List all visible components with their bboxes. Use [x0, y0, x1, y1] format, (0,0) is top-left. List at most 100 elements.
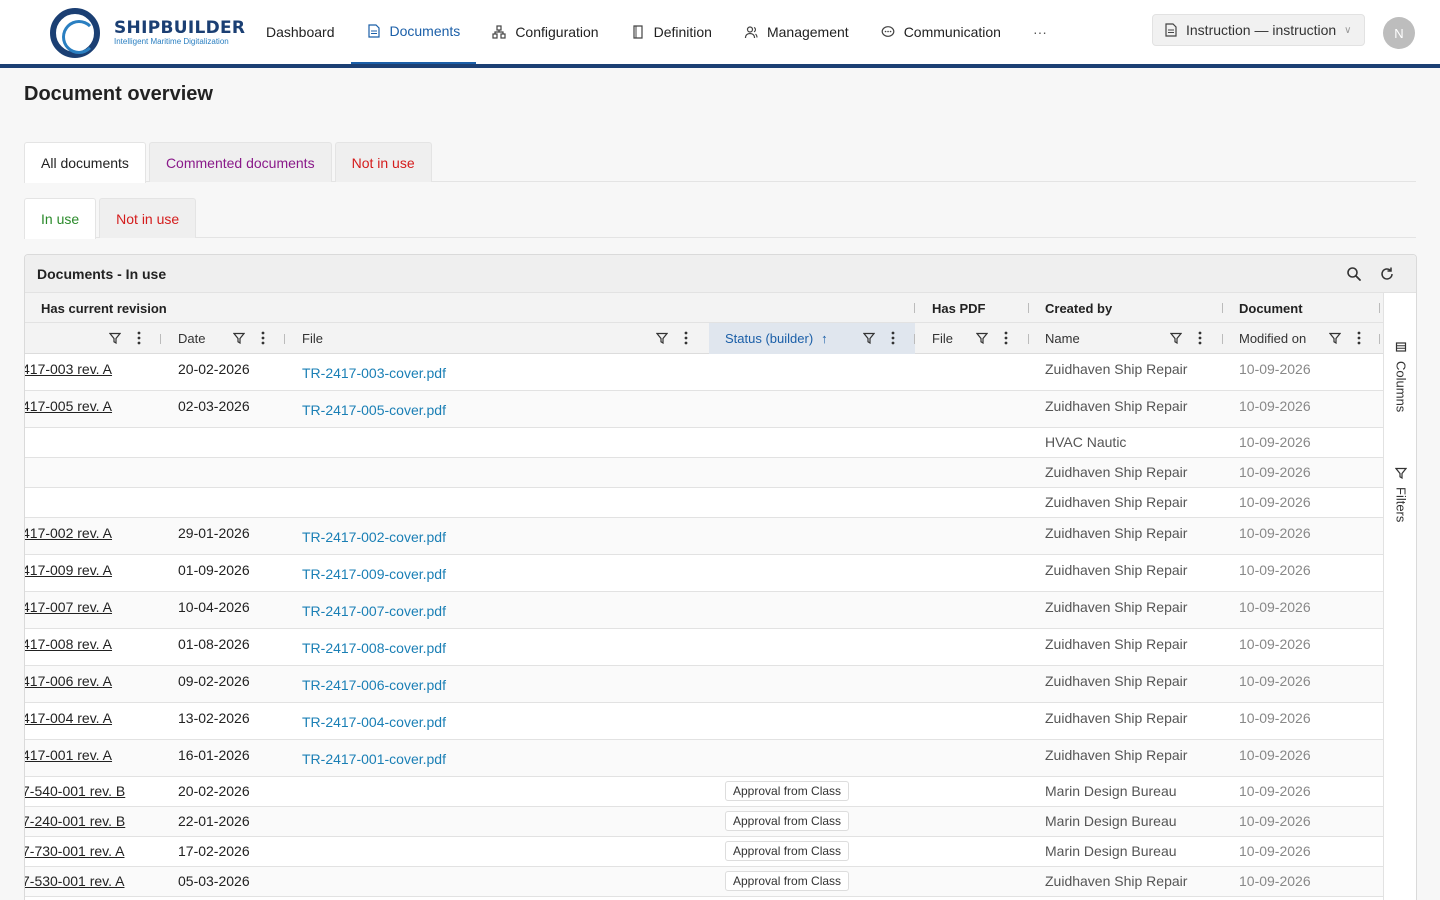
- filter-icon[interactable]: [109, 332, 121, 344]
- refresh-icon[interactable]: [1379, 266, 1395, 282]
- tab-in-use[interactable]: In use: [24, 198, 97, 239]
- table-row[interactable]: 417-001 rev. A 16-01-2026 TR-2417-001-cove…: [25, 740, 1383, 777]
- filter-icon[interactable]: [863, 332, 875, 344]
- tab-commented-documents[interactable]: Commented documents: [148, 142, 332, 182]
- table-row[interactable]: 417-003 rev. A 20-02-2026 TR-2417-003-cove…: [25, 354, 1383, 391]
- document-number-link[interactable]: 417-008 rev. A: [25, 636, 112, 652]
- tab-sub-not-in-use[interactable]: Not in use: [99, 198, 197, 238]
- instruction-select[interactable]: Instruction — instruction ∨: [1152, 14, 1365, 46]
- column-menu-icon[interactable]: [1357, 331, 1361, 345]
- modified-on-cell: 10-09-2026: [1239, 813, 1311, 829]
- filter-icon[interactable]: [976, 332, 988, 344]
- created-by-name-cell: Zuidhaven Ship Repair: [1045, 710, 1188, 726]
- sub-tabs: In use Not in use: [24, 198, 1416, 239]
- table-row[interactable]: 417-004 rev. A 13-02-2026 TR-2417-004-cove…: [25, 703, 1383, 740]
- document-number-link[interactable]: 417-002 rev. A: [25, 525, 112, 541]
- file-link[interactable]: TR-2417-008-cover.pdf: [302, 640, 446, 656]
- table-row[interactable]: 7-730-001 rev. A 17-02-2026 Approval from …: [25, 837, 1383, 867]
- column-separator[interactable]: [1028, 303, 1029, 313]
- document-number-link[interactable]: 417-006 rev. A: [25, 673, 112, 689]
- document-number-link[interactable]: 417-004 rev. A: [25, 710, 112, 726]
- table-row[interactable]: 417-009 rev. A 01-09-2026 TR-2417-009-cove…: [25, 555, 1383, 592]
- table-row[interactable]: 417-008 rev. A 01-08-2026 TR-2417-008-cove…: [25, 629, 1383, 666]
- brand-name: SHIPBUILDER: [114, 18, 246, 38]
- column-header-name[interactable]: Name: [1029, 323, 1222, 354]
- columns-panel-button[interactable]: Columns: [1384, 341, 1416, 412]
- table-row[interactable]: 417-005 rev. A 02-03-2026 TR-2417-005-cove…: [25, 391, 1383, 428]
- date-cell: 17-02-2026: [178, 843, 250, 859]
- nav-more-button[interactable]: ···: [1017, 0, 1063, 64]
- modified-on-cell: 10-09-2026: [1239, 361, 1311, 377]
- table-row[interactable]: Zuidhaven Ship Repair 10-09-2026: [25, 458, 1383, 488]
- filter-icon[interactable]: [1170, 332, 1182, 344]
- column-separator[interactable]: [1379, 303, 1380, 313]
- created-by-name-cell: Zuidhaven Ship Repair: [1045, 873, 1188, 889]
- created-by-name-cell: HVAC Nautic: [1045, 434, 1127, 450]
- column-header-status-builder[interactable]: Status (builder) ↑: [709, 323, 915, 354]
- column-header-pdf-file[interactable]: File: [916, 323, 1028, 354]
- document-number-link[interactable]: 417-007 rev. A: [25, 599, 112, 615]
- document-number-link[interactable]: 417-005 rev. A: [25, 398, 112, 414]
- filters-panel-button[interactable]: Filters: [1384, 467, 1416, 522]
- status-cell: Approval from Class: [725, 781, 850, 801]
- modified-on-cell: 10-09-2026: [1239, 464, 1311, 480]
- nav-item-documents[interactable]: Documents: [350, 0, 477, 64]
- brand-logo[interactable]: SHIPBUILDER Intelligent Maritime Digital…: [50, 8, 245, 58]
- nav-item-definition[interactable]: Definition: [615, 0, 728, 64]
- column-header-modified-on[interactable]: Modified on: [1223, 323, 1379, 354]
- nav-item-communication[interactable]: Communication: [865, 0, 1017, 64]
- column-separator[interactable]: [160, 334, 161, 344]
- table-row[interactable]: 7-530-001 rev. A 05-03-2026 Approval from …: [25, 867, 1383, 897]
- document-number-link[interactable]: 7-540-001 rev. B: [25, 783, 125, 799]
- document-number-link[interactable]: 7-530-001 rev. A: [25, 873, 124, 889]
- user-avatar[interactable]: N: [1383, 17, 1415, 49]
- table-row[interactable]: 417-006 rev. A 09-02-2026 TR-2417-006-cove…: [25, 666, 1383, 703]
- file-link[interactable]: TR-2417-004-cover.pdf: [302, 714, 446, 730]
- column-separator[interactable]: [914, 334, 915, 344]
- tab-all-documents[interactable]: All documents: [24, 142, 146, 183]
- chevron-down-icon: ∨: [1344, 24, 1352, 36]
- column-separator[interactable]: [1222, 303, 1223, 313]
- column-header-file[interactable]: File: [286, 323, 709, 354]
- logo-mark: [50, 8, 100, 58]
- document-number-link[interactable]: 417-001 rev. A: [25, 747, 112, 763]
- column-menu-icon[interactable]: [1004, 331, 1008, 345]
- document-icon: [367, 24, 381, 38]
- column-menu-icon[interactable]: [137, 331, 141, 345]
- nav-item-management[interactable]: Management: [728, 0, 865, 64]
- file-link[interactable]: TR-2417-007-cover.pdf: [302, 603, 446, 619]
- search-icon[interactable]: [1346, 266, 1362, 282]
- table-row[interactable]: 7-540-001 rev. B 20-02-2026 Approval from …: [25, 777, 1383, 807]
- filter-icon[interactable]: [656, 332, 668, 344]
- document-number-link[interactable]: 7-240-001 rev. B: [25, 813, 125, 829]
- column-separator[interactable]: [1379, 334, 1380, 344]
- column-header-date[interactable]: Date: [162, 323, 285, 354]
- file-link[interactable]: TR-2417-006-cover.pdf: [302, 677, 446, 693]
- table-row[interactable]: HVAC Nautic 10-09-2026: [25, 428, 1383, 458]
- file-link[interactable]: TR-2417-002-cover.pdf: [302, 529, 446, 545]
- file-link[interactable]: TR-2417-001-cover.pdf: [302, 751, 446, 767]
- column-menu-icon[interactable]: [1198, 331, 1202, 345]
- nav-item-configuration[interactable]: Configuration: [476, 0, 614, 64]
- file-link[interactable]: TR-2417-005-cover.pdf: [302, 402, 446, 418]
- column-menu-icon[interactable]: [684, 331, 688, 345]
- table-row[interactable]: Zuidhaven Ship Repair 10-09-2026: [25, 488, 1383, 518]
- document-number-link[interactable]: 417-003 rev. A: [25, 361, 112, 377]
- column-separator[interactable]: [914, 303, 915, 313]
- column-separator[interactable]: [284, 334, 285, 344]
- tab-not-in-use[interactable]: Not in use: [334, 142, 432, 182]
- nav-item-dashboard[interactable]: Dashboard: [250, 0, 351, 64]
- filter-icon[interactable]: [1329, 332, 1341, 344]
- document-number-link[interactable]: 7-730-001 rev. A: [25, 843, 124, 859]
- table-row[interactable]: 417-002 rev. A 29-01-2026 TR-2417-002-cove…: [25, 518, 1383, 555]
- table-row[interactable]: 7-240-001 rev. B 22-01-2026 Approval from …: [25, 807, 1383, 837]
- column-label: Name: [1045, 331, 1080, 346]
- file-link[interactable]: TR-2417-003-cover.pdf: [302, 365, 446, 381]
- filter-icon[interactable]: [233, 332, 245, 344]
- column-menu-icon[interactable]: [891, 331, 895, 345]
- page-title: Document overview: [24, 83, 213, 105]
- document-number-link[interactable]: 417-009 rev. A: [25, 562, 112, 578]
- table-row[interactable]: 417-007 rev. A 10-04-2026 TR-2417-007-cove…: [25, 592, 1383, 629]
- file-link[interactable]: TR-2417-009-cover.pdf: [302, 566, 446, 582]
- column-menu-icon[interactable]: [261, 331, 265, 345]
